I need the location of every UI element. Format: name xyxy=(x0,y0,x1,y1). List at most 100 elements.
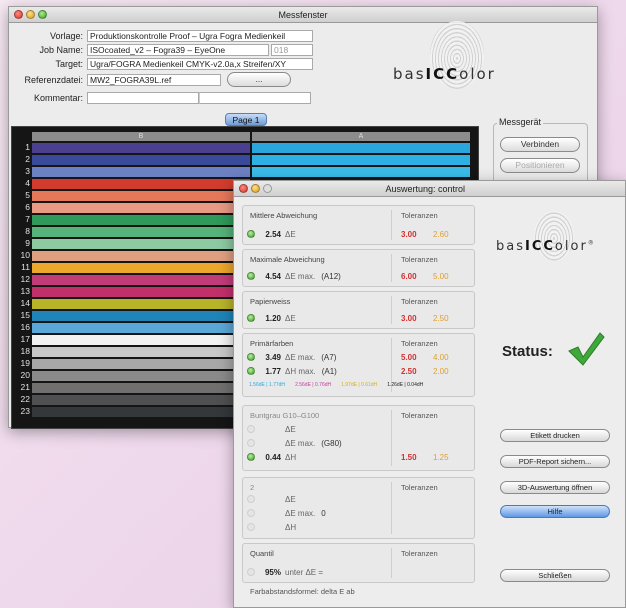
section-title: 2 xyxy=(250,483,255,492)
browse-button[interactable]: ... xyxy=(227,72,291,87)
checkmark-icon xyxy=(568,332,605,366)
value: 1.20 xyxy=(265,313,281,323)
row-number: 5 xyxy=(25,190,30,200)
tolerance-orange: 1.25 xyxy=(433,453,449,462)
patch-b-9[interactable] xyxy=(32,239,250,249)
target-field[interactable]: Ugra/FOGRA Medienkeil CMYK-v2.0a,x Strei… xyxy=(87,57,313,70)
patch-ref: (A7) xyxy=(321,352,337,362)
job-name-field[interactable]: ISOcoated_v2 – Fogra39 – EyeOne xyxy=(87,43,269,56)
patch-b-22[interactable] xyxy=(32,395,250,405)
unit: ΔE max. xyxy=(285,352,316,362)
tab-page-1[interactable]: Page 1 xyxy=(225,113,267,126)
unit: ΔH xyxy=(285,452,297,462)
minimize-window-icon[interactable] xyxy=(26,10,35,19)
patch-b-14[interactable] xyxy=(32,299,250,309)
section-buntgrau: Buntgrau G10–G100 Toleranzen ΔE ΔE max. (… xyxy=(242,405,475,471)
patch-b-7[interactable] xyxy=(32,215,250,225)
basiccolor-logo: basICColor® xyxy=(496,239,596,254)
section-title: Primärfarben xyxy=(250,339,294,348)
close-window-icon[interactable] xyxy=(239,184,248,193)
zoom-window-icon[interactable] xyxy=(38,10,47,19)
patch-b-23[interactable] xyxy=(32,407,250,417)
section-title: Buntgrau G10–G100 xyxy=(250,411,320,420)
patch-b-3[interactable] xyxy=(32,167,250,177)
patch-a-2[interactable] xyxy=(252,155,470,165)
tolerance-orange: 2.60 xyxy=(433,230,449,239)
row-number: 17 xyxy=(20,334,30,344)
tolerance-red: 1.50 xyxy=(401,453,417,462)
section-title: Mittlere Abweichung xyxy=(250,211,318,220)
pdf-report-button[interactable]: PDF-Report sichern... xyxy=(500,455,610,468)
patch-b-6[interactable] xyxy=(32,203,250,213)
formula-label: Farbabstandsformel: delta E ab xyxy=(250,587,355,596)
row-number: 2 xyxy=(25,154,30,164)
patch-b-4[interactable] xyxy=(32,179,250,189)
row-number: 1 xyxy=(25,142,30,152)
basiccolor-logo: basICColor xyxy=(393,65,496,83)
primary-color-details: 1.56dE | 1.77dH 2.56dE | 0.76dH 1.97dE |… xyxy=(249,382,423,388)
status-ok-icon xyxy=(247,272,255,280)
status-ok-icon xyxy=(247,367,255,375)
row-number: 8 xyxy=(25,226,30,236)
positionieren-button[interactable]: Positionieren xyxy=(500,158,580,173)
row-number: 18 xyxy=(20,346,30,356)
unit: ΔE xyxy=(285,424,296,434)
yellow-detail: 1.97dE | 0.61dH xyxy=(341,382,378,388)
patch-b-1[interactable] xyxy=(32,143,250,153)
patch-b-16[interactable] xyxy=(32,323,250,333)
patch-b-19[interactable] xyxy=(32,359,250,369)
referenzdatei-field[interactable]: MW2_FOGRA39L.ref xyxy=(87,73,221,86)
patch-b-12[interactable] xyxy=(32,275,250,285)
schliessen-button[interactable]: Schließen xyxy=(500,569,610,582)
value: 0.44 xyxy=(265,452,281,462)
patch-a-3[interactable] xyxy=(252,167,470,177)
row-number: 20 xyxy=(20,370,30,380)
3d-auswertung-button[interactable]: 3D-Auswertung öffnen xyxy=(500,481,610,494)
magenta-detail: 2.56dE | 0.76dH xyxy=(295,382,332,388)
patch-b-15[interactable] xyxy=(32,311,250,321)
patch-b-21[interactable] xyxy=(32,383,250,393)
value: 2.54 xyxy=(265,229,281,239)
verbinden-button[interactable]: Verbinden xyxy=(500,137,580,152)
patch-b-13[interactable] xyxy=(32,287,250,297)
tolerance-red: 2.50 xyxy=(401,367,417,376)
row-number: 9 xyxy=(25,238,30,248)
patch-b-10[interactable] xyxy=(32,251,250,261)
patch-b-11[interactable] xyxy=(32,263,250,273)
row-number: 19 xyxy=(20,358,30,368)
unit: unter ΔE = xyxy=(285,567,324,577)
patch-a-1[interactable] xyxy=(252,143,470,153)
zoom-window-icon[interactable] xyxy=(263,184,272,193)
unit: ΔE max. xyxy=(285,271,316,281)
patch-b-18[interactable] xyxy=(32,347,250,357)
patch-b-20[interactable] xyxy=(32,371,250,381)
window-title: Messfenster xyxy=(278,10,328,20)
minimize-window-icon[interactable] xyxy=(251,184,260,193)
toleranzen-label: Toleranzen xyxy=(401,411,438,420)
patch-b-5[interactable] xyxy=(32,191,250,201)
toleranzen-label: Toleranzen xyxy=(401,339,438,348)
vorlage-field[interactable]: Produktionskontrolle Proof – Ugra Fogra … xyxy=(87,29,313,42)
etikett-drucken-button[interactable]: Etikett drucken xyxy=(500,429,610,442)
patch-b-2[interactable] xyxy=(32,155,250,165)
vorlage-label: Vorlage: xyxy=(49,30,83,41)
close-window-icon[interactable] xyxy=(14,10,23,19)
kommentar-field[interactable] xyxy=(87,91,199,104)
unit: ΔH max. xyxy=(285,366,316,376)
kommentar-field-2[interactable] xyxy=(199,91,311,104)
row-number: 21 xyxy=(20,382,30,392)
status-ok-icon xyxy=(247,314,255,322)
row-number: 12 xyxy=(20,274,30,284)
patch-b-8[interactable] xyxy=(32,227,250,237)
tolerance-orange: 2.50 xyxy=(433,314,449,323)
patch-ref: (G80) xyxy=(321,438,342,448)
value: 1.77 xyxy=(265,366,281,376)
value: 0 xyxy=(321,508,326,518)
hilfe-button[interactable]: Hilfe xyxy=(500,505,610,518)
tolerance-red: 3.00 xyxy=(401,314,417,323)
status-inactive-icon xyxy=(247,439,255,447)
patch-b-17[interactable] xyxy=(32,335,250,345)
job-number-field[interactable]: 018 xyxy=(271,43,313,56)
evaluation-window: Auswertung: control Mittlere Abweichung … xyxy=(233,180,626,608)
section-2: 2 Toleranzen ΔE ΔE max. 0 ΔH xyxy=(242,477,475,539)
